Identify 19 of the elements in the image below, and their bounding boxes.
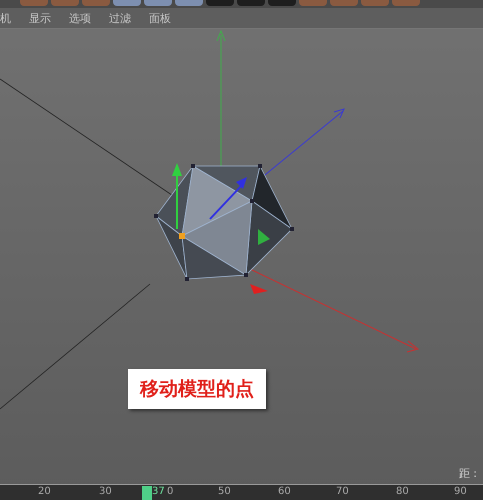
playhead[interactable] bbox=[142, 486, 152, 500]
frame-number: 30 bbox=[99, 486, 112, 497]
status-text: 距 : bbox=[458, 466, 477, 481]
caption-label: 移动模型的点 bbox=[128, 369, 266, 409]
frame-number: 70 bbox=[336, 486, 349, 497]
frame-number: 90 bbox=[454, 486, 467, 497]
menu-item[interactable]: 机 bbox=[0, 10, 11, 26]
menu-item[interactable]: 过滤 bbox=[109, 10, 131, 26]
menu-item[interactable]: 选项 bbox=[69, 10, 91, 26]
menu-item[interactable]: 面板 bbox=[149, 10, 171, 26]
frame-number: 80 bbox=[396, 486, 409, 497]
frame-number: 50 bbox=[218, 486, 231, 497]
frame-number: 60 bbox=[278, 486, 291, 497]
polygon-model-drawing[interactable] bbox=[154, 163, 294, 294]
current-frame: 37 bbox=[152, 486, 165, 497]
frame-number: 0 bbox=[167, 486, 174, 497]
timeline-ruler[interactable]: 20 30 37 0 50 60 70 80 90 bbox=[0, 484, 483, 500]
menu-item[interactable]: 显示 bbox=[29, 10, 51, 26]
frame-number: 20 bbox=[38, 486, 51, 497]
